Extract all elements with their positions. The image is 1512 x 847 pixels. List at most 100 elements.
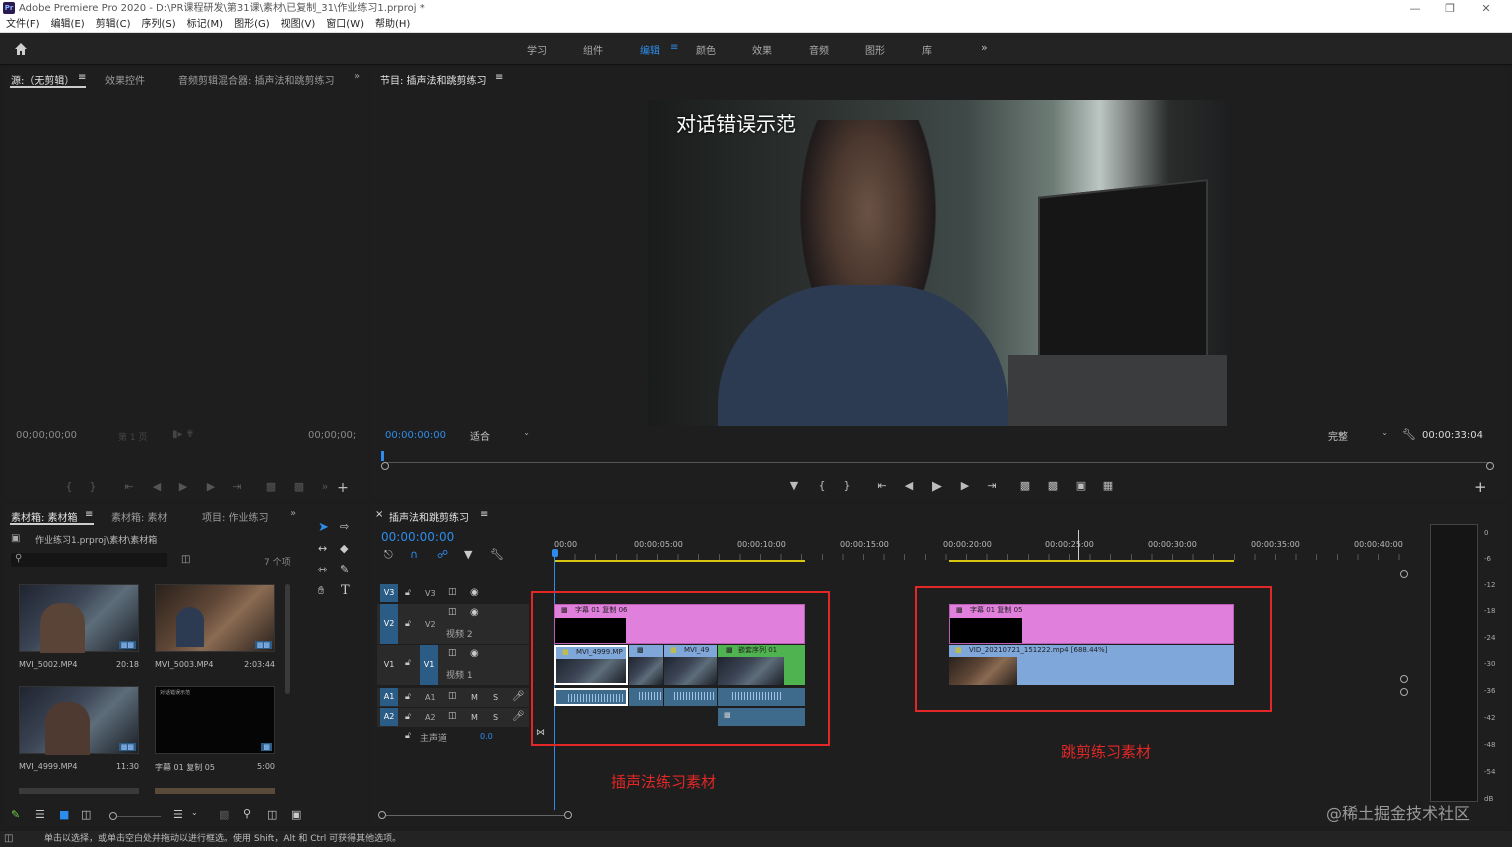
razor-tool-icon[interactable]: ◆ [340, 542, 348, 555]
media-thumbnail[interactable]: ▩▩ [19, 686, 139, 755]
vscroll-handle[interactable] [1400, 688, 1408, 696]
workspace-learn[interactable]: 学习 [527, 42, 547, 57]
step-forward-icon[interactable]: ▶ [204, 480, 218, 493]
timeline-settings-icon[interactable]: 🔧︎ [490, 548, 504, 561]
lock-icon[interactable]: 🔓︎ [405, 588, 411, 598]
mute-button[interactable]: M [471, 693, 478, 702]
program-menu-icon[interactable]: ≡ [495, 72, 503, 83]
go-to-in-icon[interactable]: ⇤ [875, 479, 889, 492]
icon-view-icon[interactable]: ■ [59, 808, 69, 821]
add-marker-icon[interactable]: ▼ [464, 548, 472, 561]
tab-effect-controls[interactable]: 效果控件 [105, 72, 145, 87]
timeline-playhead-handle[interactable] [552, 549, 558, 557]
timeline-close-icon[interactable]: × [375, 509, 383, 520]
sync-icon[interactable]: ◫ [448, 607, 457, 617]
menu-file[interactable]: 文件(F) [6, 17, 40, 33]
go-to-out-icon[interactable]: ⇥ [985, 479, 999, 492]
pen-tool-icon[interactable]: ✎ [340, 563, 349, 576]
step-back-icon[interactable]: ◀ [902, 479, 916, 492]
microphone-icon[interactable]: 🎤︎ [512, 691, 525, 702]
solo-button[interactable]: S [493, 693, 498, 702]
source-patch-a2[interactable]: A2 [380, 708, 398, 726]
new-bin-icon[interactable]: ◫ [267, 808, 277, 821]
media-thumbnail[interactable]: 对话错误示范 ▩ [155, 686, 275, 754]
media-thumbnail[interactable]: ▩▩ [19, 584, 139, 653]
search-icon[interactable]: ⚲ [243, 807, 251, 820]
program-video-frame[interactable]: 对话错误示范 [648, 100, 1227, 426]
hand-tool-icon[interactable]: ✋︎ [318, 584, 324, 598]
linked-selection-icon[interactable]: ☍ [437, 548, 448, 561]
media-thumbnail-partial[interactable] [155, 788, 275, 794]
eye-icon[interactable]: ◉ [470, 607, 479, 618]
extract-icon[interactable]: ▩ [1046, 479, 1060, 492]
tab-source[interactable]: 源:（无剪辑） [11, 72, 74, 87]
microphone-icon[interactable]: 🎤︎ [512, 711, 525, 722]
program-title[interactable]: 节目: 插声法和跳剪练习 [380, 72, 487, 87]
source-timecode[interactable]: 00;00;00;00 [16, 430, 77, 441]
sync-icon[interactable]: ◫ [448, 691, 457, 701]
timeline-menu-icon[interactable]: ≡ [480, 509, 488, 520]
sort-icon[interactable]: ☰ [173, 808, 183, 821]
hscroll-track[interactable] [386, 815, 564, 816]
step-forward-icon[interactable]: ▶ [958, 479, 972, 492]
project-scrollbar[interactable] [285, 584, 290, 694]
workspace-effects[interactable]: 效果 [752, 42, 772, 57]
source-patch-v1[interactable]: V1 [380, 656, 398, 674]
zoom-handle-left[interactable] [381, 462, 389, 470]
go-to-in-icon[interactable]: ⇤ [122, 480, 136, 493]
chevron-down-icon[interactable]: ⌄ [191, 808, 198, 817]
step-back-icon[interactable]: ◀ [150, 480, 164, 493]
type-tool-icon[interactable]: T [341, 583, 350, 598]
source-more-icon[interactable]: » [318, 480, 332, 493]
timeline-timecode[interactable]: 00:00:00:00 [381, 530, 454, 544]
tab-bin-media[interactable]: 素材箱: 素材 [111, 509, 168, 524]
zoom-slider-handle[interactable] [109, 812, 117, 820]
list-view-icon[interactable]: ☰ [35, 808, 45, 821]
menu-marker[interactable]: 标记(M) [187, 17, 223, 33]
timeline-title[interactable]: 插声法和跳剪练习 [389, 509, 469, 524]
source-tab-menu-icon[interactable]: ≡ [78, 72, 86, 83]
lock-icon[interactable]: 🔓︎ [405, 619, 411, 629]
source-add-button-icon[interactable]: + [336, 480, 350, 496]
tab-audio-clip-mixer[interactable]: 音频剪辑混合器: 插声法和跳剪练习 [178, 72, 338, 87]
program-timecode[interactable]: 00:00:00:00 [385, 430, 446, 441]
lock-icon[interactable]: 🔓︎ [405, 692, 411, 702]
new-bin-icon[interactable]: ◫ [181, 554, 190, 565]
zoom-handle-right[interactable] [1486, 462, 1494, 470]
track-target-v1[interactable]: V1 [420, 645, 438, 685]
track-label-v2[interactable]: V2 [425, 620, 436, 629]
workspace-color[interactable]: 颜色 [696, 42, 716, 57]
source-patch-a1[interactable]: A1 [380, 688, 398, 706]
workspace-libraries[interactable]: 库 [922, 42, 932, 57]
mark-in-icon[interactable]: { [62, 480, 76, 493]
insert-icon[interactable]: ▩ [264, 480, 278, 493]
add-marker-icon[interactable]: ▼ [787, 479, 801, 492]
tab-bin-main[interactable]: 素材箱: 素材箱 [11, 509, 78, 524]
master-volume[interactable]: 0.0 [480, 732, 493, 741]
nest-icon[interactable]: ⎋ [384, 548, 393, 562]
workspace-menu-icon[interactable]: ≡ [670, 42, 678, 53]
restore-icon[interactable]: ❐ [1433, 0, 1467, 17]
lock-icon[interactable]: 🔓︎ [405, 731, 411, 741]
wrench-icon[interactable]: 🔧︎ [1402, 428, 1416, 441]
menu-edit[interactable]: 编辑(E) [51, 17, 85, 33]
solo-button[interactable]: S [493, 713, 498, 722]
workspace-audio[interactable]: 音频 [809, 42, 829, 57]
media-thumbnail[interactable]: ▩▩ [155, 584, 275, 652]
menu-view[interactable]: 视图(V) [281, 17, 316, 33]
menu-graphics[interactable]: 图形(G) [234, 17, 270, 33]
comparison-view-icon[interactable]: ▦ [1101, 479, 1115, 492]
source-patch-v2[interactable]: V2 [380, 604, 398, 644]
track-select-tool-icon[interactable]: ⇨ [340, 520, 349, 533]
overwrite-icon[interactable]: ▩ [292, 480, 306, 493]
track-label-v3[interactable]: V3 [425, 589, 436, 598]
mute-button[interactable]: M [471, 713, 478, 722]
new-item-icon[interactable]: ▣ [291, 808, 301, 821]
hscroll-handle-left[interactable] [378, 811, 386, 819]
close-window-icon[interactable]: ✕ [1469, 0, 1503, 17]
sync-icon[interactable]: ◫ [448, 711, 457, 721]
mark-out-icon[interactable]: } [86, 480, 100, 493]
quality-dropdown[interactable]: 完整 ⌄ [1328, 428, 1390, 443]
menu-sequence[interactable]: 序列(S) [141, 17, 175, 33]
source-patch-v3[interactable]: V3 [380, 584, 398, 602]
